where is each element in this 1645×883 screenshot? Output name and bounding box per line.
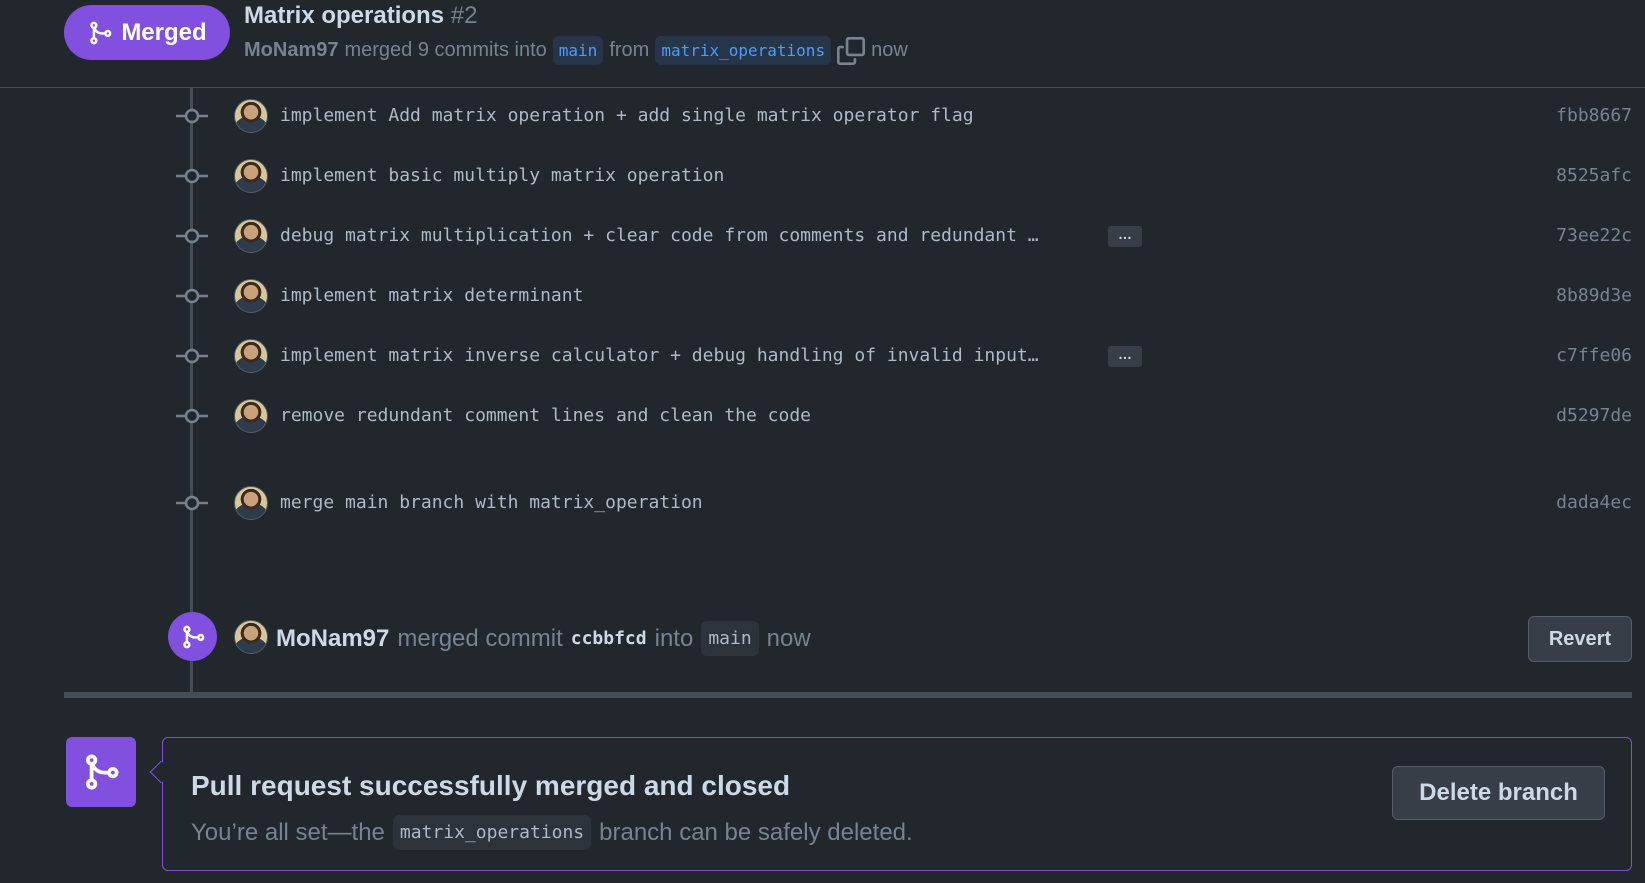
avatar[interactable] bbox=[234, 620, 268, 654]
commit-message-link[interactable]: implement Add matrix operation + add sin… bbox=[280, 105, 974, 126]
commit-sha-link[interactable]: c7ffe06 bbox=[1556, 345, 1632, 366]
merge-target-branch[interactable]: main bbox=[701, 621, 759, 656]
commit-sha-link[interactable]: 8b89d3e bbox=[1556, 285, 1632, 306]
commit-message-link[interactable]: remove redundant comment lines and clean… bbox=[280, 405, 811, 426]
expand-commit-message-button[interactable]: … bbox=[1108, 226, 1142, 247]
commit-message-link[interactable]: implement matrix inverse calculator + de… bbox=[280, 345, 1039, 366]
avatar[interactable] bbox=[234, 339, 268, 373]
avatar[interactable] bbox=[234, 219, 268, 253]
merge-event-badge bbox=[168, 612, 217, 661]
merged-description: You’re all set—the matrix_operations bra… bbox=[191, 815, 913, 850]
merged-text: merged 9 commits into bbox=[344, 39, 547, 61]
merged-box-icon bbox=[66, 737, 136, 807]
avatar[interactable] bbox=[234, 159, 268, 193]
base-branch-link[interactable]: main bbox=[552, 36, 604, 65]
commit-row: remove redundant comment lines and clean… bbox=[0, 396, 1645, 436]
commit-icon bbox=[176, 408, 208, 424]
commit-row: implement Add matrix operation + add sin… bbox=[0, 96, 1645, 136]
merge-event-text: MoNam97 merged commit ccbbfcd into main … bbox=[276, 621, 811, 656]
merged-heading: Pull request successfully merged and clo… bbox=[191, 770, 791, 801]
pr-title[interactable]: Matrix operations #2 bbox=[244, 2, 477, 30]
merge-commit-sha-link[interactable]: ccbbfcd bbox=[571, 628, 647, 649]
commit-row: implement matrix inverse calculator + de… bbox=[0, 336, 1645, 376]
commit-message-link[interactable]: implement matrix determinant bbox=[280, 285, 583, 306]
commit-icon bbox=[176, 288, 208, 304]
timeline-divider bbox=[64, 692, 1632, 698]
pr-subtitle: MoNam97 merged 9 commits into main from … bbox=[244, 36, 908, 65]
commit-icon bbox=[176, 228, 208, 244]
merge-author-link[interactable]: MoNam97 bbox=[276, 625, 389, 653]
commit-icon bbox=[176, 348, 208, 364]
deletable-branch-name: matrix_operations bbox=[392, 815, 592, 850]
merge-event: MoNam97 merged commit ccbbfcd into main … bbox=[0, 612, 1645, 662]
into-text: into bbox=[654, 624, 694, 652]
pr-author-link[interactable]: MoNam97 bbox=[244, 39, 338, 62]
merge-time: now bbox=[871, 39, 908, 61]
commit-message-link[interactable]: implement basic multiply matrix operatio… bbox=[280, 165, 724, 186]
merged-status-label: Merged bbox=[121, 18, 207, 46]
desc-prefix: You’re all set—the bbox=[191, 818, 385, 846]
pr-number: #2 bbox=[450, 2, 478, 29]
avatar[interactable] bbox=[234, 99, 268, 133]
commit-sha-link[interactable]: d5297de bbox=[1556, 405, 1632, 426]
commit-sha-link[interactable]: 73ee22c bbox=[1556, 225, 1632, 246]
desc-suffix: branch can be safely deleted. bbox=[599, 818, 913, 846]
commit-row: implement matrix determinant 8b89d3e bbox=[0, 276, 1645, 316]
commit-row: implement basic multiply matrix operatio… bbox=[0, 156, 1645, 196]
head-branch-link[interactable]: matrix_operations bbox=[655, 36, 832, 65]
commit-row: debug matrix multiplication + clear code… bbox=[0, 216, 1645, 256]
box-pointer bbox=[149, 760, 173, 784]
git-merge-icon bbox=[90, 21, 112, 44]
git-merge-icon bbox=[182, 625, 204, 648]
git-merge-icon bbox=[86, 754, 119, 790]
expand-commit-message-button[interactable]: … bbox=[1108, 346, 1142, 367]
commit-message-link[interactable]: merge main branch with matrix_operation bbox=[280, 492, 703, 513]
commit-icon bbox=[176, 495, 208, 511]
commit-sha-link[interactable]: dada4ec bbox=[1556, 492, 1632, 513]
merged-status-box: Pull request successfully merged and clo… bbox=[149, 737, 1632, 871]
commit-row: merge main branch with matrix_operation d… bbox=[0, 483, 1645, 523]
merge-event-time: now bbox=[766, 624, 811, 652]
commit-sha-link[interactable]: fbb8667 bbox=[1556, 105, 1632, 126]
merged-status-badge: Merged bbox=[64, 5, 230, 60]
pr-header: Merged Matrix operations #2 MoNam97 merg… bbox=[0, 0, 1645, 88]
merge-event-label: merged commit bbox=[397, 624, 563, 652]
commit-icon bbox=[176, 108, 208, 124]
avatar[interactable] bbox=[234, 279, 268, 313]
copy-icon[interactable] bbox=[837, 36, 866, 65]
from-text: from bbox=[609, 39, 650, 61]
revert-button[interactable]: Revert bbox=[1528, 616, 1632, 662]
avatar[interactable] bbox=[234, 399, 268, 433]
commit-sha-link[interactable]: 8525afc bbox=[1556, 165, 1632, 186]
avatar[interactable] bbox=[234, 486, 268, 520]
commit-icon bbox=[176, 168, 208, 184]
delete-branch-button[interactable]: Delete branch bbox=[1392, 766, 1605, 820]
pr-title-text[interactable]: Matrix operations bbox=[244, 2, 444, 29]
commit-message-link[interactable]: debug matrix multiplication + clear code… bbox=[280, 225, 1039, 246]
